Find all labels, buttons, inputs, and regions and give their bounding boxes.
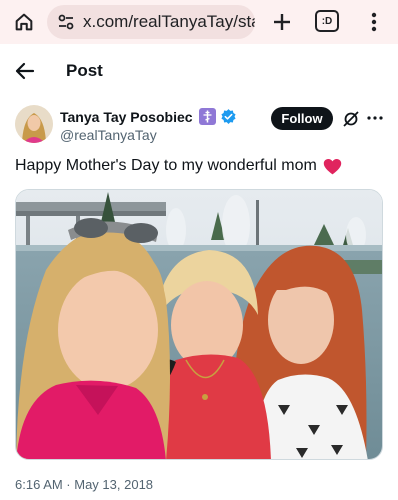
post-header: Post bbox=[0, 44, 398, 98]
url-text[interactable]: x.com/realTanyaTay/statu bbox=[83, 12, 255, 32]
author-name-row: Tanya Tay Posobiec bbox=[60, 108, 237, 125]
tweet-text-body: Happy Mother's Day to my wonderful mom bbox=[15, 157, 317, 174]
tweet-timestamp[interactable]: 6:16 AM · May 13, 2018 bbox=[15, 477, 153, 492]
follow-button[interactable]: Follow bbox=[271, 107, 333, 130]
verified-badge-icon bbox=[220, 108, 237, 125]
home-icon[interactable] bbox=[10, 8, 38, 36]
grok-icon[interactable] bbox=[340, 108, 362, 130]
page-title: Post bbox=[66, 61, 103, 80]
avatar[interactable] bbox=[15, 105, 53, 143]
tab-switcher-button[interactable]: :D bbox=[315, 10, 339, 32]
tweet-photo[interactable] bbox=[15, 189, 383, 460]
new-tab-icon[interactable] bbox=[268, 8, 296, 36]
tweet-text: Happy Mother's Day to my wonderful mom bbox=[15, 157, 342, 175]
orthodox-cross-icon bbox=[198, 108, 216, 125]
author-handle[interactable]: @realTanyaTay bbox=[60, 127, 157, 143]
address-bar[interactable]: x.com/realTanyaTay/statu bbox=[47, 5, 255, 39]
browser-menu-icon[interactable] bbox=[362, 8, 386, 36]
back-arrow-icon[interactable] bbox=[12, 58, 38, 84]
browser-toolbar: x.com/realTanyaTay/statu :D bbox=[0, 0, 398, 44]
red-heart-emoji-icon bbox=[323, 158, 342, 175]
author-name[interactable]: Tanya Tay Posobiec bbox=[60, 109, 193, 125]
site-settings-icon[interactable] bbox=[57, 13, 75, 31]
more-options-icon[interactable] bbox=[365, 108, 385, 128]
